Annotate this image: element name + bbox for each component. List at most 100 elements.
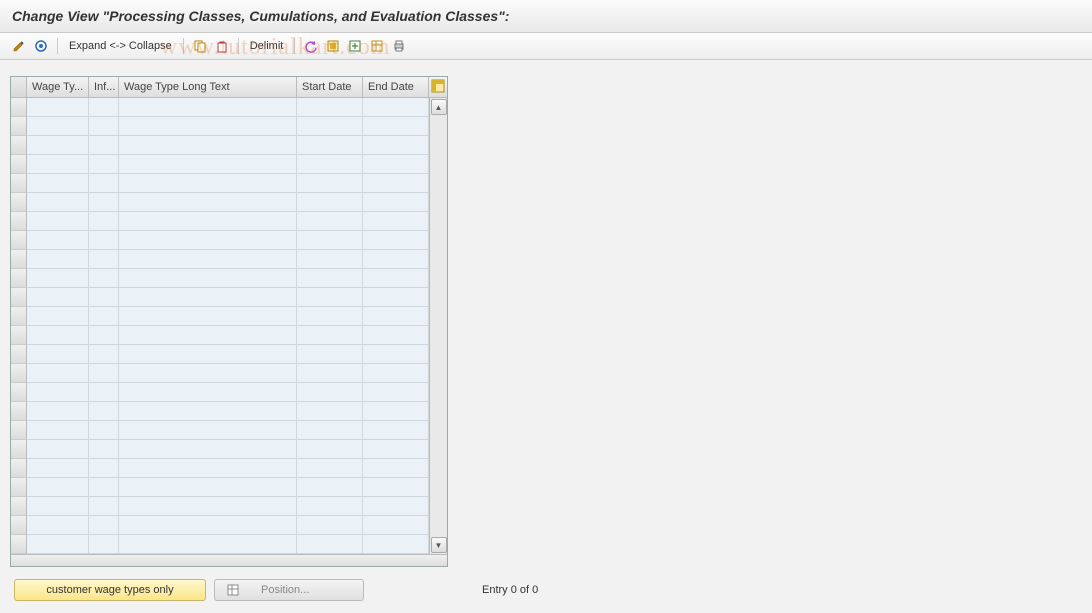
table-row[interactable] [11, 383, 429, 402]
cell-end-date[interactable] [363, 250, 429, 269]
cell-start-date[interactable] [297, 383, 363, 402]
cell-long-text[interactable] [119, 231, 297, 250]
select-all-icon[interactable] [324, 37, 342, 55]
row-selector[interactable] [11, 212, 27, 231]
row-selector[interactable] [11, 478, 27, 497]
cell-wage-type[interactable] [27, 174, 89, 193]
row-selector[interactable] [11, 345, 27, 364]
table-row[interactable] [11, 174, 429, 193]
cell-long-text[interactable] [119, 383, 297, 402]
table-row[interactable] [11, 307, 429, 326]
cell-wage-type[interactable] [27, 155, 89, 174]
row-selector[interactable] [11, 421, 27, 440]
cell-inf[interactable] [89, 516, 119, 535]
cell-inf[interactable] [89, 155, 119, 174]
cell-wage-type[interactable] [27, 193, 89, 212]
cell-inf[interactable] [89, 345, 119, 364]
cell-inf[interactable] [89, 307, 119, 326]
cell-start-date[interactable] [297, 440, 363, 459]
cell-inf[interactable] [89, 174, 119, 193]
row-selector[interactable] [11, 117, 27, 136]
undo-icon[interactable] [302, 37, 320, 55]
row-selector[interactable] [11, 516, 27, 535]
cell-end-date[interactable] [363, 535, 429, 554]
cell-long-text[interactable] [119, 535, 297, 554]
cell-wage-type[interactable] [27, 497, 89, 516]
col-long-text[interactable]: Wage Type Long Text [119, 77, 297, 97]
cell-wage-type[interactable] [27, 345, 89, 364]
cell-start-date[interactable] [297, 288, 363, 307]
table-row[interactable] [11, 516, 429, 535]
cell-start-date[interactable] [297, 478, 363, 497]
cell-end-date[interactable] [363, 231, 429, 250]
col-start-date[interactable]: Start Date [297, 77, 363, 97]
table-row[interactable] [11, 402, 429, 421]
row-selector[interactable] [11, 497, 27, 516]
table-row[interactable] [11, 497, 429, 516]
cell-inf[interactable] [89, 326, 119, 345]
cell-long-text[interactable] [119, 136, 297, 155]
print-icon[interactable] [390, 37, 408, 55]
cell-wage-type[interactable] [27, 288, 89, 307]
cell-start-date[interactable] [297, 516, 363, 535]
cell-start-date[interactable] [297, 326, 363, 345]
cell-start-date[interactable] [297, 174, 363, 193]
cell-end-date[interactable] [363, 459, 429, 478]
row-selector[interactable] [11, 459, 27, 478]
cell-long-text[interactable] [119, 174, 297, 193]
delimit-button[interactable]: Delimit [246, 40, 288, 52]
row-selector[interactable] [11, 250, 27, 269]
cell-end-date[interactable] [363, 364, 429, 383]
cell-inf[interactable] [89, 421, 119, 440]
cell-end-date[interactable] [363, 516, 429, 535]
scroll-up-icon[interactable]: ▲ [431, 99, 447, 115]
cell-inf[interactable] [89, 402, 119, 421]
table-row[interactable] [11, 155, 429, 174]
row-selector[interactable] [11, 269, 27, 288]
cell-long-text[interactable] [119, 155, 297, 174]
cell-start-date[interactable] [297, 250, 363, 269]
cell-end-date[interactable] [363, 307, 429, 326]
row-selector[interactable] [11, 174, 27, 193]
cell-start-date[interactable] [297, 307, 363, 326]
cell-inf[interactable] [89, 269, 119, 288]
cell-long-text[interactable] [119, 421, 297, 440]
cell-end-date[interactable] [363, 212, 429, 231]
row-selector[interactable] [11, 98, 27, 117]
table-row[interactable] [11, 345, 429, 364]
col-wage-type[interactable]: Wage Ty... [27, 77, 89, 97]
cell-wage-type[interactable] [27, 535, 89, 554]
table-row[interactable] [11, 136, 429, 155]
table-settings-icon[interactable] [368, 37, 386, 55]
cell-start-date[interactable] [297, 402, 363, 421]
cell-wage-type[interactable] [27, 212, 89, 231]
cell-inf[interactable] [89, 136, 119, 155]
row-selector[interactable] [11, 440, 27, 459]
cell-end-date[interactable] [363, 402, 429, 421]
cell-start-date[interactable] [297, 269, 363, 288]
cell-inf[interactable] [89, 193, 119, 212]
cell-wage-type[interactable] [27, 421, 89, 440]
expand-collapse-button[interactable]: Expand <-> Collapse [65, 40, 176, 52]
cell-inf[interactable] [89, 497, 119, 516]
cell-end-date[interactable] [363, 497, 429, 516]
change-icon[interactable] [10, 37, 28, 55]
cell-wage-type[interactable] [27, 459, 89, 478]
cell-long-text[interactable] [119, 193, 297, 212]
cell-long-text[interactable] [119, 497, 297, 516]
cell-long-text[interactable] [119, 459, 297, 478]
configure-columns-icon[interactable] [429, 77, 447, 97]
cell-start-date[interactable] [297, 98, 363, 117]
cell-end-date[interactable] [363, 174, 429, 193]
table-row[interactable] [11, 117, 429, 136]
cell-inf[interactable] [89, 478, 119, 497]
cell-wage-type[interactable] [27, 136, 89, 155]
row-selector[interactable] [11, 231, 27, 250]
table-row[interactable] [11, 535, 429, 554]
cell-inf[interactable] [89, 364, 119, 383]
cell-end-date[interactable] [363, 478, 429, 497]
customer-wage-types-button[interactable]: customer wage types only [14, 579, 206, 601]
cell-start-date[interactable] [297, 212, 363, 231]
row-selector[interactable] [11, 364, 27, 383]
table-row[interactable] [11, 326, 429, 345]
